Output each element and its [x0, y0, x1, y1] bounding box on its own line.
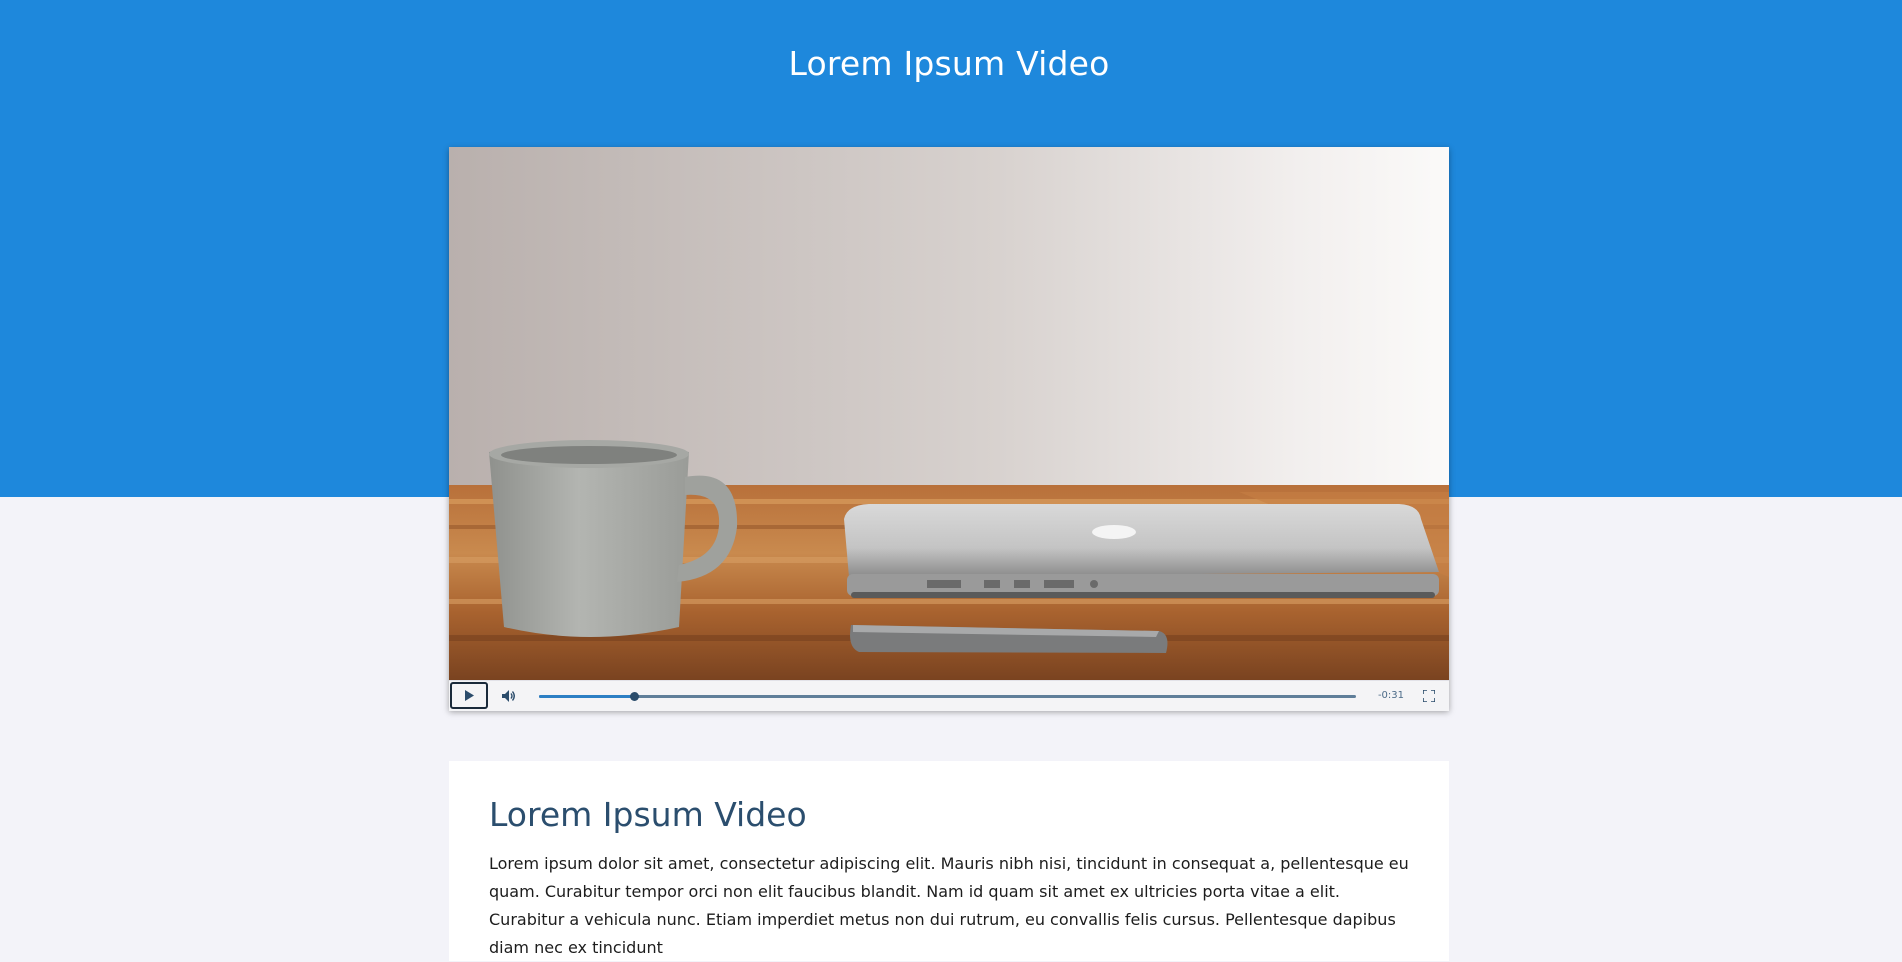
video-frame[interactable] — [449, 147, 1449, 680]
progress-handle[interactable] — [630, 692, 639, 701]
video-controls: -0:31 — [449, 680, 1449, 711]
content-card: Lorem Ipsum Video Lorem ipsum dolor sit … — [449, 761, 1449, 961]
volume-button[interactable] — [489, 681, 529, 711]
hero-title: Lorem Ipsum Video — [788, 44, 1110, 83]
video-poster-image — [449, 147, 1449, 680]
progress-bar[interactable] — [539, 692, 1356, 701]
content-body: Lorem ipsum dolor sit amet, consectetur … — [489, 854, 1409, 957]
fullscreen-button[interactable] — [1409, 681, 1449, 711]
video-player[interactable]: -0:31 — [449, 147, 1449, 711]
play-icon — [465, 690, 474, 701]
time-remaining: -0:31 — [1377, 690, 1405, 701]
play-button[interactable] — [450, 682, 488, 709]
fullscreen-icon — [1423, 690, 1435, 702]
volume-icon — [502, 690, 515, 702]
content-title: Lorem Ipsum Video — [489, 795, 807, 834]
progress-played — [539, 695, 634, 698]
